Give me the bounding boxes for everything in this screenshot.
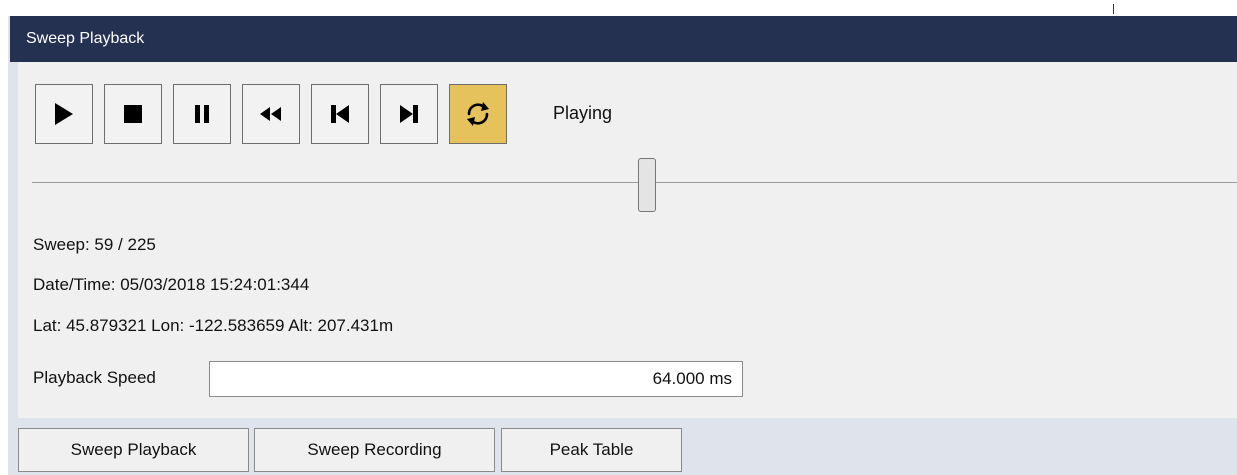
sweep-counter: Sweep: 59 / 225: [33, 235, 156, 254]
stop-icon: [124, 105, 142, 123]
rewind-icon: [260, 107, 281, 121]
tab-sweep-recording[interactable]: Sweep Recording: [254, 428, 495, 472]
pause-button[interactable]: [173, 84, 231, 144]
playback-status: Playing: [553, 103, 613, 123]
sweep-slider-thumb[interactable]: [637, 158, 656, 212]
datetime-readout: Date/Time: 05/03/2018 15:24:01:344: [33, 275, 310, 294]
pause-icon: [195, 105, 209, 123]
stop-button[interactable]: [104, 84, 162, 144]
tab-sweep-playback[interactable]: Sweep Playback: [18, 428, 249, 472]
play-button[interactable]: [35, 84, 93, 144]
panel-title: Sweep Playback: [26, 30, 145, 47]
skip-forward-icon: [400, 105, 418, 123]
play-icon: [55, 103, 73, 125]
playback-speed-label: Playback Speed: [33, 368, 156, 387]
sweep-slider-track[interactable]: [32, 182, 1237, 183]
loop-icon: [467, 102, 489, 126]
skip-back-icon: [331, 105, 349, 123]
tab-peak-table[interactable]: Peak Table: [501, 428, 682, 472]
rewind-button[interactable]: [242, 84, 300, 144]
skip-back-button[interactable]: [311, 84, 369, 144]
top-divider-tick: [1113, 4, 1114, 14]
skip-forward-button[interactable]: [380, 84, 438, 144]
location-readout: Lat: 45.879321 Lon: -122.583659 Alt: 207…: [33, 316, 394, 335]
panel-title-bar: Sweep Playback: [10, 16, 1237, 62]
loop-button[interactable]: [449, 84, 507, 144]
playback-speed-input[interactable]: [209, 361, 743, 397]
